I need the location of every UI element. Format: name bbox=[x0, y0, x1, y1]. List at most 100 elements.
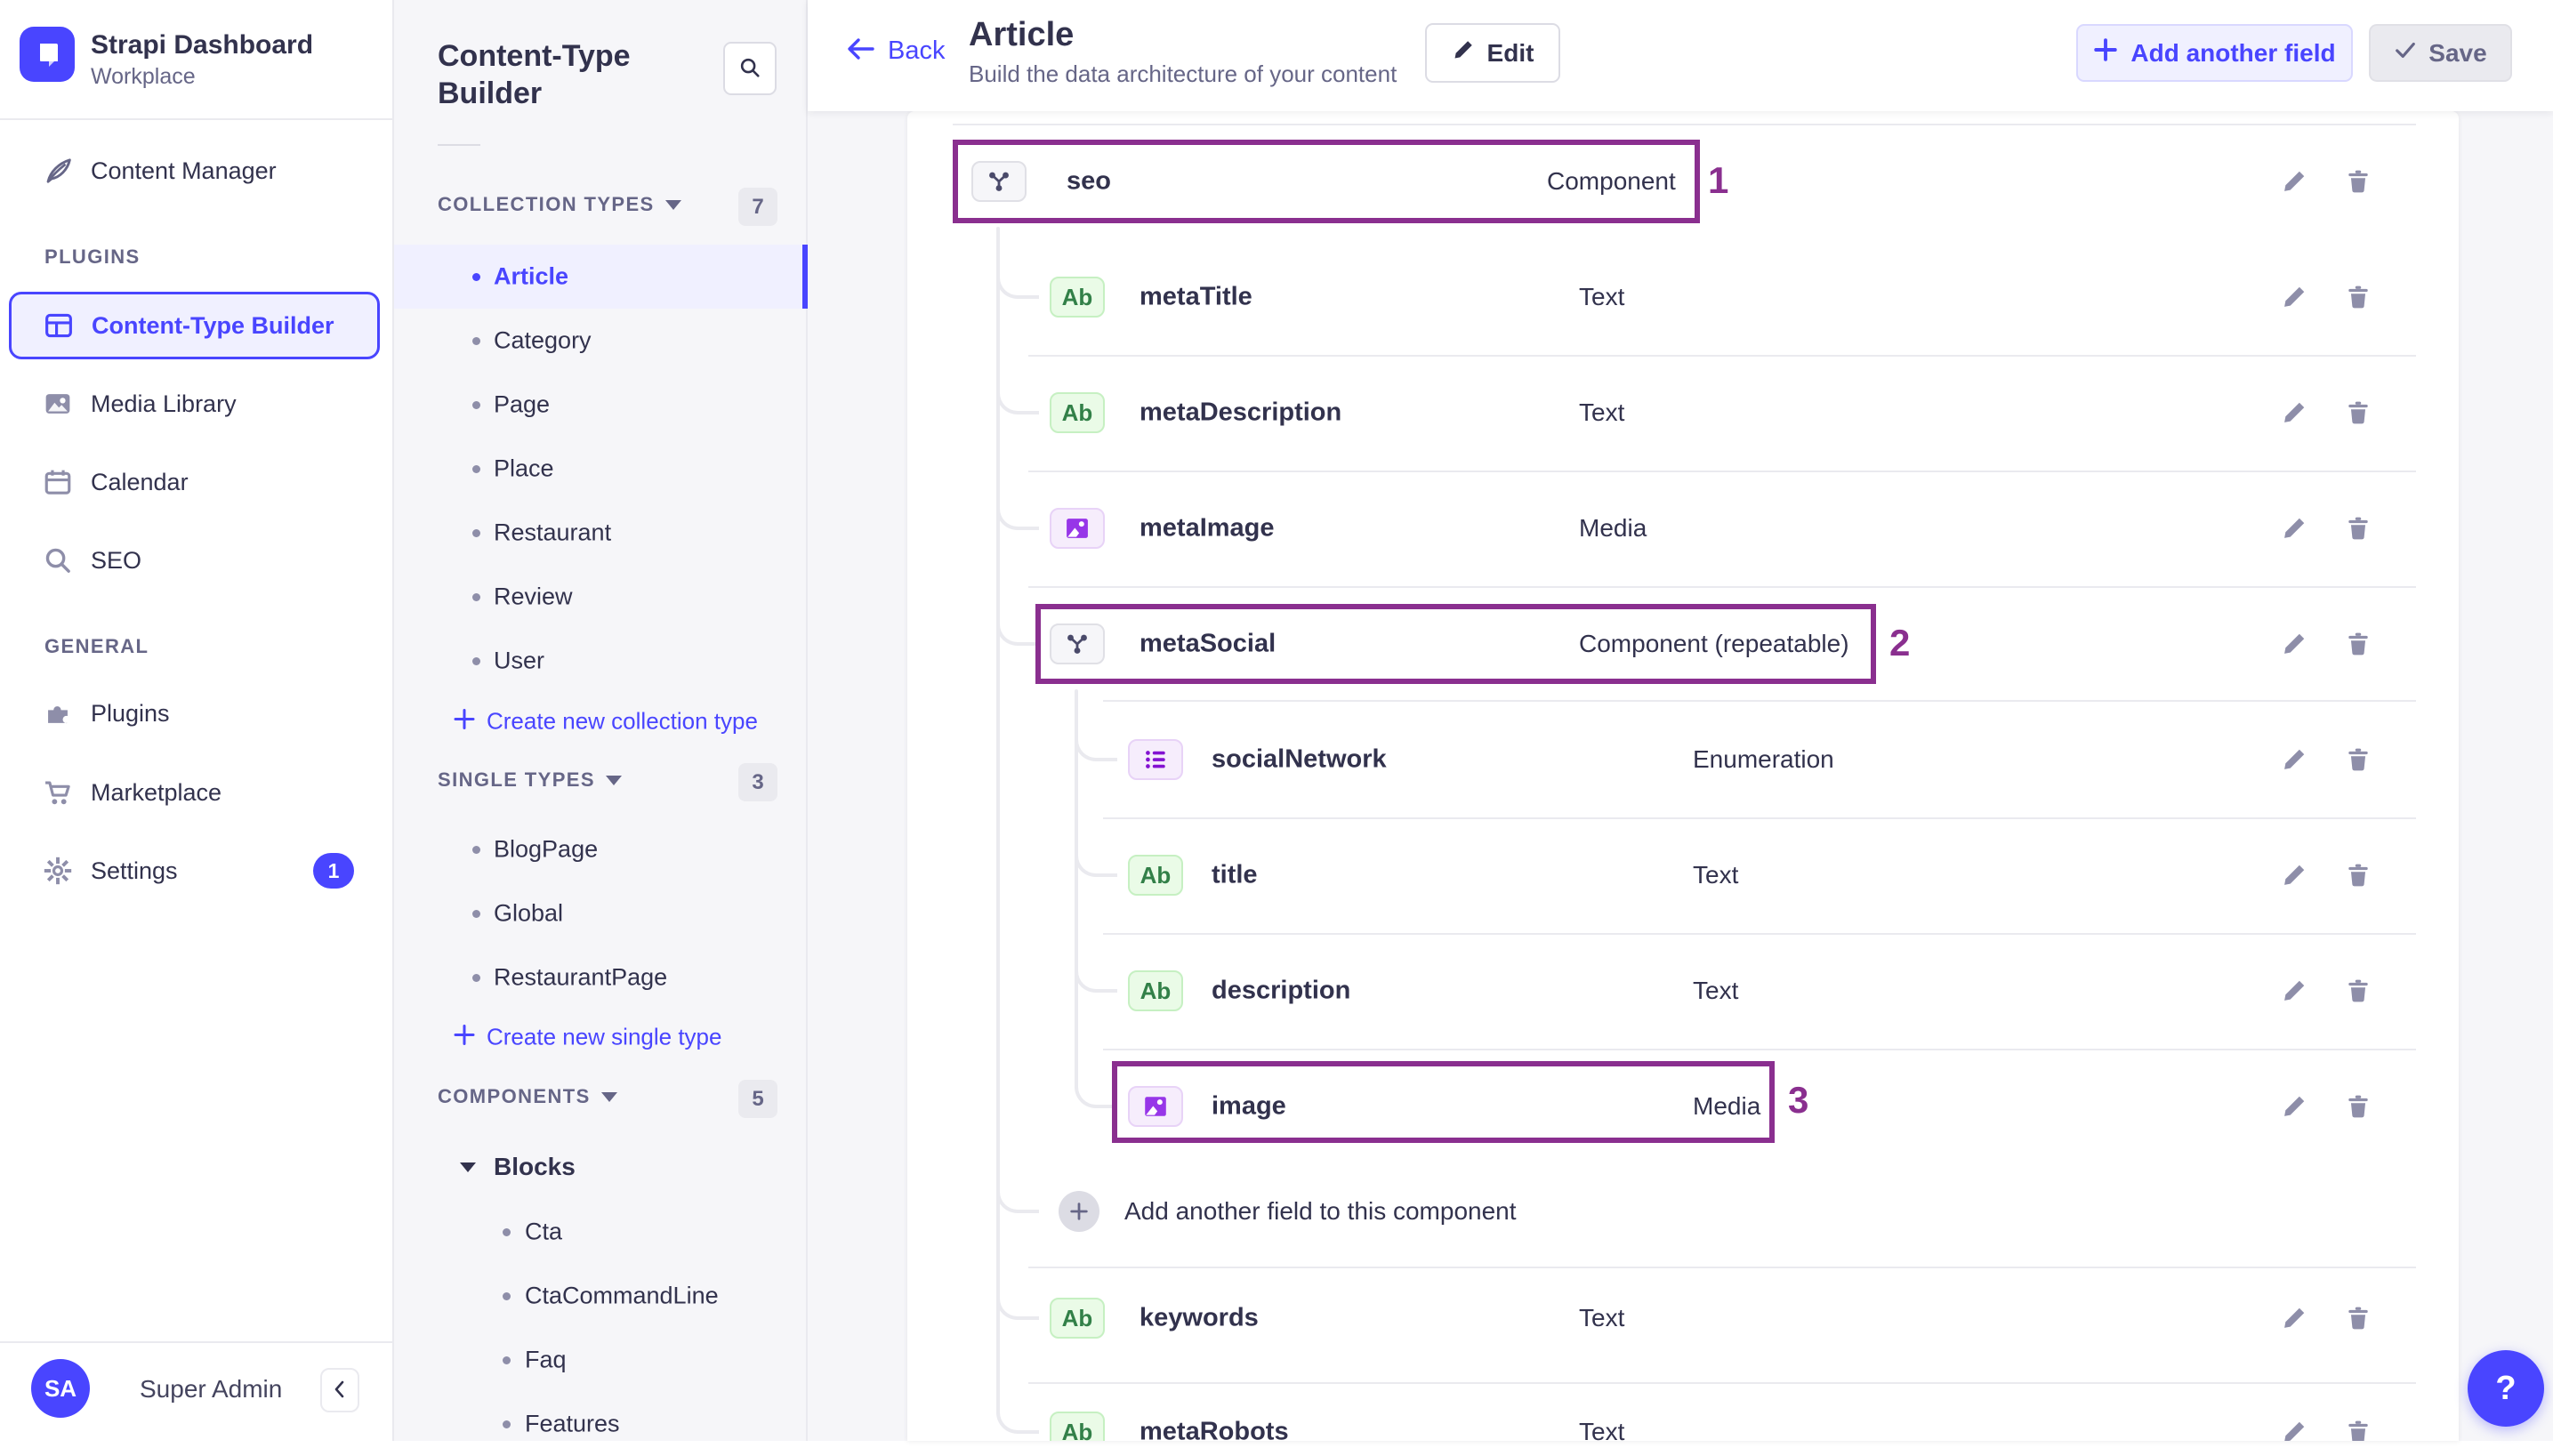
field-type: Enumeration bbox=[1693, 745, 1834, 773]
help-button[interactable]: ? bbox=[2468, 1350, 2544, 1427]
collection-type-category[interactable]: Category bbox=[394, 309, 808, 373]
field-row-metadescription[interactable]: Ab metaDescription Text bbox=[907, 355, 2459, 471]
component-cta[interactable]: Cta bbox=[394, 1200, 808, 1264]
enumeration-field-icon bbox=[1128, 739, 1183, 780]
edit-field-button[interactable] bbox=[2275, 624, 2314, 664]
collapse-sidebar-button[interactable] bbox=[320, 1368, 359, 1412]
bullet-icon bbox=[472, 846, 480, 854]
create-single-type-link[interactable]: Create new single type bbox=[394, 1009, 808, 1066]
delete-field-button[interactable] bbox=[2339, 1087, 2378, 1126]
delete-field-button[interactable] bbox=[2339, 1299, 2378, 1338]
text-field-icon: Ab bbox=[1128, 855, 1183, 896]
field-name: image bbox=[1212, 1091, 1286, 1121]
single-types-header[interactable]: SINGLE TYPES bbox=[438, 768, 622, 792]
edit-field-button[interactable] bbox=[2275, 856, 2314, 895]
edit-field-button[interactable] bbox=[2275, 971, 2314, 1010]
components-header[interactable]: COMPONENTS bbox=[438, 1085, 617, 1108]
delete-field-button[interactable] bbox=[2339, 1412, 2378, 1441]
edit-label: Edit bbox=[1486, 38, 1534, 67]
create-collection-type-link[interactable]: Create new collection type bbox=[394, 693, 808, 750]
edit-field-button[interactable] bbox=[2275, 278, 2314, 317]
edit-field-button[interactable] bbox=[2275, 1412, 2314, 1441]
field-row-keywords[interactable]: Ab keywords Text bbox=[907, 1260, 2459, 1376]
item-label: Faq bbox=[525, 1346, 567, 1373]
bullet-icon bbox=[472, 529, 480, 537]
bullet-icon bbox=[472, 657, 480, 665]
search-button[interactable] bbox=[723, 42, 777, 95]
text-field-icon: Ab bbox=[1050, 277, 1105, 318]
delete-field-button[interactable] bbox=[2339, 509, 2378, 548]
item-label: Page bbox=[494, 390, 551, 418]
media-field-icon bbox=[1128, 1086, 1183, 1127]
field-name: metaSocial bbox=[1140, 629, 1276, 658]
edit-field-button[interactable] bbox=[2275, 1299, 2314, 1338]
text-field-icon: Ab bbox=[1050, 1412, 1105, 1441]
collection-types-header[interactable]: COLLECTION TYPES bbox=[438, 193, 681, 216]
workspace-name: Workplace bbox=[91, 64, 196, 89]
collection-type-restaurant[interactable]: Restaurant bbox=[394, 501, 808, 565]
back-button[interactable]: Back bbox=[845, 36, 945, 67]
field-row-metasocial[interactable]: metaSocial Component (repeatable) bbox=[907, 586, 2459, 702]
edit-field-button[interactable] bbox=[2275, 740, 2314, 779]
add-field-to-component-row[interactable]: Add another field to this component bbox=[907, 1154, 2459, 1269]
divider bbox=[438, 144, 480, 146]
collection-type-place[interactable]: Place bbox=[394, 437, 808, 501]
edit-field-button[interactable] bbox=[2275, 393, 2314, 432]
item-label: Place bbox=[494, 454, 554, 482]
delete-field-button[interactable] bbox=[2339, 162, 2378, 201]
sidebar-item-label: Calendar bbox=[91, 468, 189, 495]
collection-type-page[interactable]: Page bbox=[394, 373, 808, 437]
field-row-metaimage[interactable]: metaImage Media bbox=[907, 471, 2459, 586]
field-row-socialnetwork[interactable]: socialNetwork Enumeration bbox=[907, 702, 2459, 817]
field-row-metatitle[interactable]: Ab metaTitle Text bbox=[907, 239, 2459, 355]
collection-type-article[interactable]: Article bbox=[394, 245, 808, 309]
edit-field-button[interactable] bbox=[2275, 1087, 2314, 1126]
edit-button[interactable]: Edit bbox=[1425, 23, 1560, 83]
sidebar-item-media-library[interactable]: Media Library bbox=[0, 372, 394, 436]
sidebar-item-marketplace[interactable]: Marketplace bbox=[0, 760, 394, 825]
field-row-description[interactable]: Ab description Text bbox=[907, 933, 2459, 1049]
field-name: metaImage bbox=[1140, 513, 1275, 543]
component-ctacommandline[interactable]: CtaCommandLine bbox=[394, 1264, 808, 1328]
edit-field-button[interactable] bbox=[2275, 162, 2314, 201]
delete-field-button[interactable] bbox=[2339, 856, 2378, 895]
field-name: metaDescription bbox=[1140, 398, 1342, 427]
plus-circle-icon bbox=[1059, 1191, 1099, 1232]
sidebar-item-content-manager[interactable]: Content Manager bbox=[0, 139, 394, 203]
field-row-image[interactable]: image Media bbox=[907, 1049, 2459, 1164]
collection-type-review[interactable]: Review bbox=[394, 565, 808, 629]
field-row-title[interactable]: Ab title Text bbox=[907, 817, 2459, 933]
add-another-field-button[interactable]: Add another field bbox=[2076, 24, 2353, 82]
single-type-blogpage[interactable]: BlogPage bbox=[394, 817, 808, 881]
delete-field-button[interactable] bbox=[2339, 740, 2378, 779]
component-faq[interactable]: Faq bbox=[394, 1328, 808, 1392]
single-type-restaurantpage[interactable]: RestaurantPage bbox=[394, 945, 808, 1010]
delete-field-button[interactable] bbox=[2339, 393, 2378, 432]
chevron-down-icon bbox=[460, 1162, 476, 1172]
layout-grid-icon bbox=[42, 309, 76, 342]
delete-field-button[interactable] bbox=[2339, 624, 2378, 664]
field-name: seo bbox=[1067, 166, 1111, 196]
single-type-global[interactable]: Global bbox=[394, 881, 808, 945]
sidebar-item-plugins[interactable]: Plugins bbox=[0, 681, 394, 745]
save-button[interactable]: Save bbox=[2369, 24, 2512, 82]
component-features[interactable]: Features bbox=[394, 1392, 808, 1456]
edit-field-button[interactable] bbox=[2275, 509, 2314, 548]
delete-field-button[interactable] bbox=[2339, 971, 2378, 1010]
avatar[interactable]: SA bbox=[31, 1359, 90, 1418]
sidebar-item-content-type-builder[interactable]: Content-Type Builder bbox=[9, 292, 380, 359]
field-row-metarobots[interactable]: Ab metaRobots Text bbox=[907, 1374, 2459, 1441]
field-row-seo[interactable]: seo Component bbox=[907, 124, 2459, 239]
divider bbox=[0, 1341, 394, 1343]
picture-icon bbox=[41, 387, 75, 421]
field-type: Text bbox=[1579, 1304, 1625, 1331]
field-type: Media bbox=[1579, 514, 1647, 542]
collection-type-user[interactable]: User bbox=[394, 629, 808, 693]
component-category-blocks[interactable]: Blocks bbox=[394, 1135, 808, 1199]
sidebar-item-calendar[interactable]: Calendar bbox=[0, 450, 394, 514]
delete-field-button[interactable] bbox=[2339, 278, 2378, 317]
sidebar-section-plugins: PLUGINS bbox=[44, 245, 141, 268]
add-field-to-component-label: Add another field to this component bbox=[1124, 1197, 1517, 1225]
annotation-number-2: 2 bbox=[1889, 622, 1911, 664]
sidebar-item-seo[interactable]: SEO bbox=[0, 528, 394, 592]
